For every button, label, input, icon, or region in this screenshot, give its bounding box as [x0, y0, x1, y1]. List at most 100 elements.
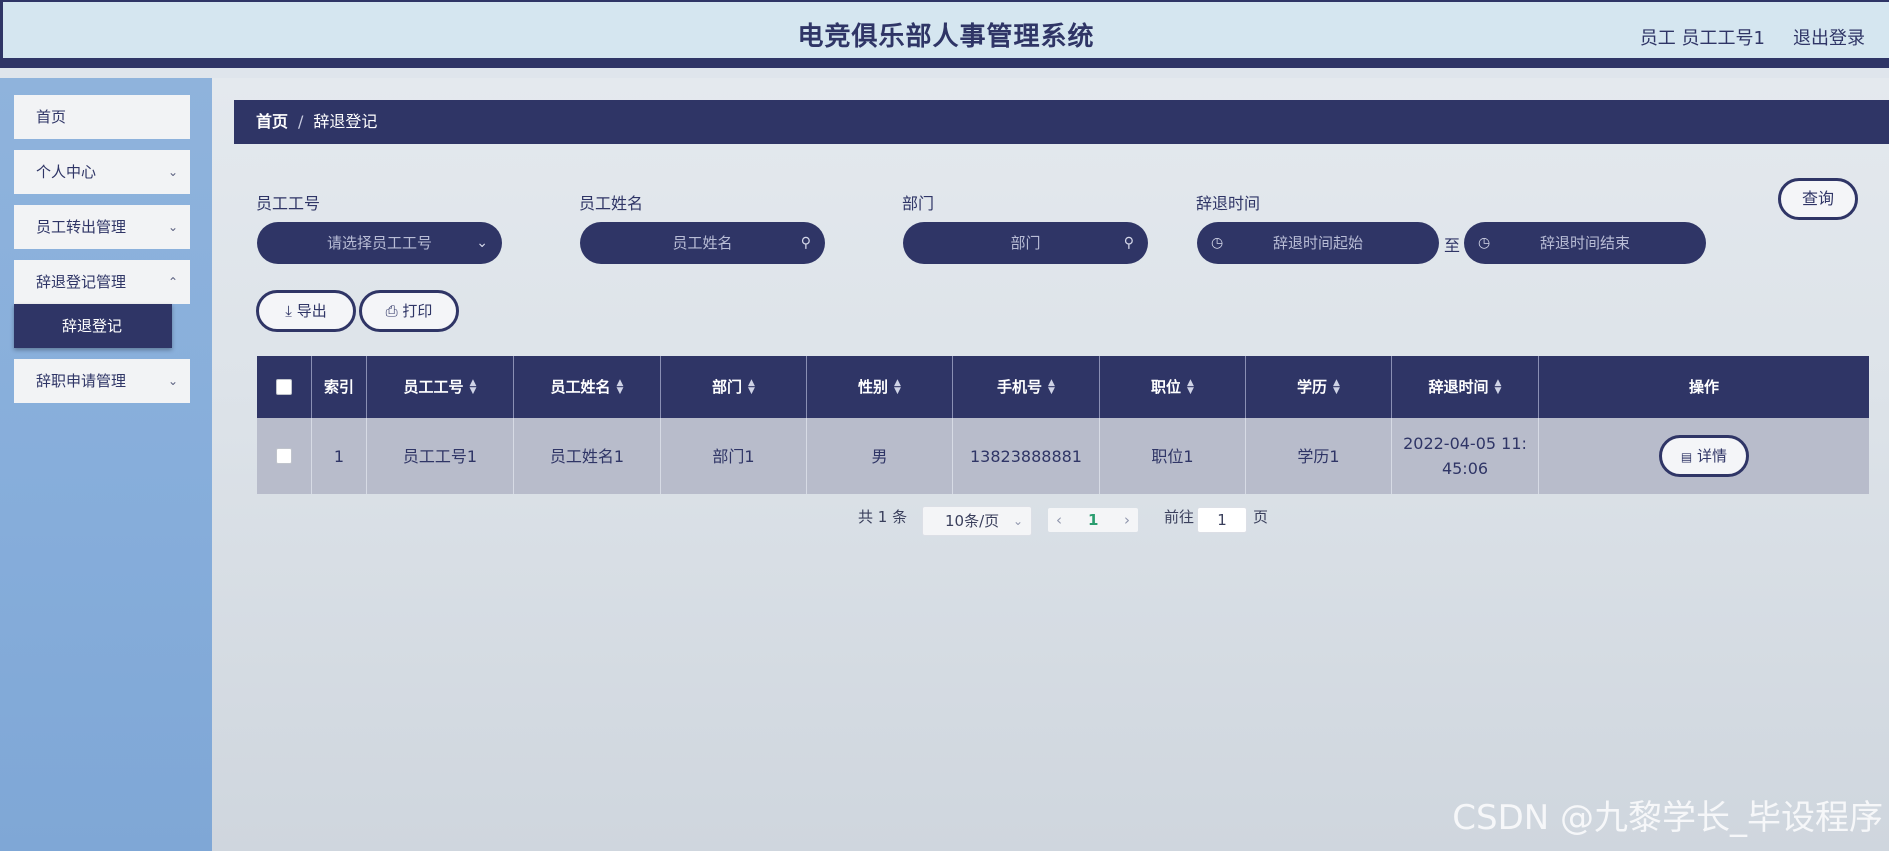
- cell-emp-name: 员工姓名1: [514, 418, 661, 494]
- sort-icon[interactable]: ▲ ▼: [748, 379, 755, 396]
- chevron-down-icon: ⌄: [1012, 514, 1023, 528]
- time-end-placeholder: 辞退时间结束: [1539, 234, 1630, 252]
- header-label: 性别: [858, 377, 889, 396]
- header-label: 手机号: [997, 377, 1043, 396]
- cell-time: 2022-04-05 11:45:06: [1392, 418, 1539, 494]
- next-page-icon[interactable]: ›: [1124, 508, 1130, 532]
- sort-icon[interactable]: ▲ ▼: [1495, 379, 1502, 396]
- sort-icon[interactable]: ▲ ▼: [1048, 379, 1055, 396]
- dept-placeholder: 部门: [1010, 234, 1041, 252]
- table-row: 1 员工工号1 员工姓名1 部门1 男 13823888881 职位1 学历1 …: [257, 418, 1869, 494]
- header-emp-no[interactable]: 员工工号 ▲ ▼: [367, 356, 514, 418]
- select-all-cell: [257, 356, 312, 418]
- select-all-checkbox[interactable]: [276, 379, 292, 395]
- sort-icon[interactable]: ▲ ▼: [617, 379, 624, 396]
- search-icon: ⚲: [1123, 235, 1134, 251]
- sidebar: 首页 个人中心 ⌄ 员工转出管理 ⌄ 辞退登记管理 ⌃ 辞退登记 辞职申请管理 …: [0, 78, 212, 851]
- emp-name-input[interactable]: 员工姓名 ⚲: [580, 222, 825, 264]
- chevron-down-icon: ⌄: [167, 220, 178, 234]
- clock-icon: ◷: [1211, 235, 1224, 251]
- dept-input[interactable]: 部门 ⚲: [903, 222, 1148, 264]
- detail-button[interactable]: ▤ 详情: [1659, 435, 1749, 477]
- sort-icon[interactable]: ▲ ▼: [894, 379, 901, 396]
- header-edu[interactable]: 学历 ▲ ▼: [1246, 356, 1392, 418]
- time-end-input[interactable]: ◷ 辞退时间结束: [1464, 222, 1706, 264]
- sidebar-item-label: 员工转出管理: [36, 218, 127, 236]
- export-button[interactable]: ⤓ 导出: [256, 290, 356, 332]
- time-start-placeholder: 辞退时间起始: [1272, 234, 1363, 252]
- page-size-select[interactable]: 10条/页 ⌄: [922, 506, 1032, 536]
- row-select-cell: [257, 418, 312, 494]
- cell-emp-no: 员工工号1: [367, 418, 514, 494]
- sort-icon[interactable]: ▲ ▼: [470, 379, 477, 396]
- top-header: 电竞俱乐部人事管理系统 员工 员工工号1 退出登录: [0, 0, 1889, 68]
- pager-total: 共 1 条: [858, 508, 908, 526]
- sidebar-item-home[interactable]: 首页: [14, 95, 190, 139]
- header-label: 部门: [712, 377, 743, 396]
- row-checkbox[interactable]: [276, 448, 292, 464]
- chevron-down-icon: ⌄: [167, 374, 178, 388]
- emp-no-select[interactable]: 请选择员工工号 ⌄: [257, 222, 502, 264]
- table-header-row: 索引 员工工号 ▲ ▼ 员工姓名 ▲ ▼ 部门 ▲ ▼ 性别 ▲ ▼ 手机号 ▲ ▼: [257, 356, 1869, 418]
- clock-icon: ◷: [1478, 235, 1491, 251]
- sidebar-item-resignation[interactable]: 辞职申请管理 ⌄: [14, 359, 190, 403]
- sidebar-item-transfer[interactable]: 员工转出管理 ⌄: [14, 205, 190, 249]
- header-label: 学历: [1297, 377, 1328, 396]
- logout-link[interactable]: 退出登录: [1793, 24, 1865, 50]
- header-label: 索引: [323, 377, 354, 396]
- header-label: 辞退时间: [1428, 377, 1489, 396]
- page-number-current[interactable]: 1: [1088, 508, 1098, 532]
- cell-position: 职位1: [1100, 418, 1246, 494]
- query-button[interactable]: 查询: [1778, 178, 1858, 220]
- sidebar-item-label: 辞退登记管理: [36, 273, 127, 291]
- header-emp-name[interactable]: 员工姓名 ▲ ▼: [514, 356, 661, 418]
- dept-label: 部门: [902, 194, 935, 213]
- cell-gender: 男: [807, 418, 953, 494]
- app-title: 电竞俱乐部人事管理系统: [797, 22, 1095, 52]
- sidebar-item-profile[interactable]: 个人中心 ⌄: [14, 150, 190, 194]
- header-label: 员工工号: [403, 377, 464, 396]
- detail-label: 详情: [1697, 447, 1728, 465]
- print-button[interactable]: ⎙ 打印: [359, 290, 459, 332]
- breadcrumb-current: 辞退登记: [313, 112, 378, 131]
- time-start-input[interactable]: ◷ 辞退时间起始: [1197, 222, 1439, 264]
- print-label: 打印: [402, 302, 433, 320]
- emp-name-placeholder: 员工姓名: [672, 234, 733, 252]
- page-size-value: 10条/页: [945, 512, 1000, 530]
- goto-page-input[interactable]: 1: [1197, 507, 1247, 533]
- cell-index: 1: [312, 418, 367, 494]
- chevron-down-icon: ⌄: [167, 165, 178, 179]
- header-label: 员工姓名: [550, 377, 611, 396]
- breadcrumb-separator: /: [298, 112, 304, 131]
- breadcrumb-home[interactable]: 首页: [256, 112, 288, 131]
- sort-icon[interactable]: ▲ ▼: [1333, 379, 1340, 396]
- chevron-down-icon: ⌄: [476, 235, 488, 251]
- header-dept[interactable]: 部门 ▲ ▼: [661, 356, 807, 418]
- time-label: 辞退时间: [1196, 194, 1261, 213]
- goto-label: 前往: [1164, 508, 1195, 526]
- header-gender[interactable]: 性别 ▲ ▼: [807, 356, 953, 418]
- cell-edu: 学历1: [1246, 418, 1392, 494]
- cell-dept: 部门1: [661, 418, 807, 494]
- emp-no-label: 员工工号: [256, 194, 321, 213]
- header-time[interactable]: 辞退时间 ▲ ▼: [1392, 356, 1539, 418]
- main-content: 首页 / 辞退登记 员工工号 请选择员工工号 ⌄ 员工姓名 员工姓名 ⚲ 部门 部门…: [212, 78, 1889, 851]
- breadcrumb: 首页 / 辞退登记: [234, 100, 1889, 144]
- sort-icon[interactable]: ▲ ▼: [1187, 379, 1194, 396]
- dismissal-table: 索引 员工工号 ▲ ▼ 员工姓名 ▲ ▼ 部门 ▲ ▼ 性别 ▲ ▼ 手机号 ▲ ▼: [257, 356, 1869, 494]
- sidebar-item-label: 首页: [36, 108, 67, 126]
- current-user-label: 员工 员工工号1: [1639, 28, 1765, 49]
- sidebar-subitem-dismissal[interactable]: 辞退登记: [14, 304, 172, 348]
- chevron-up-icon: ⌃: [167, 275, 178, 289]
- cell-action: ▤ 详情: [1539, 418, 1869, 494]
- header-position[interactable]: 职位 ▲ ▼: [1100, 356, 1246, 418]
- document-icon: ▤: [1680, 450, 1693, 464]
- sidebar-item-dismissal-mgmt[interactable]: 辞退登记管理 ⌃: [14, 260, 190, 304]
- prev-page-icon[interactable]: ‹: [1056, 508, 1062, 532]
- export-label: 导出: [296, 302, 327, 320]
- page-unit-label: 页: [1253, 508, 1269, 526]
- header-phone[interactable]: 手机号 ▲ ▼: [953, 356, 1100, 418]
- emp-no-placeholder: 请选择员工工号: [326, 234, 432, 252]
- header-label: 操作: [1688, 377, 1719, 396]
- sidebar-item-label: 辞职申请管理: [36, 372, 127, 390]
